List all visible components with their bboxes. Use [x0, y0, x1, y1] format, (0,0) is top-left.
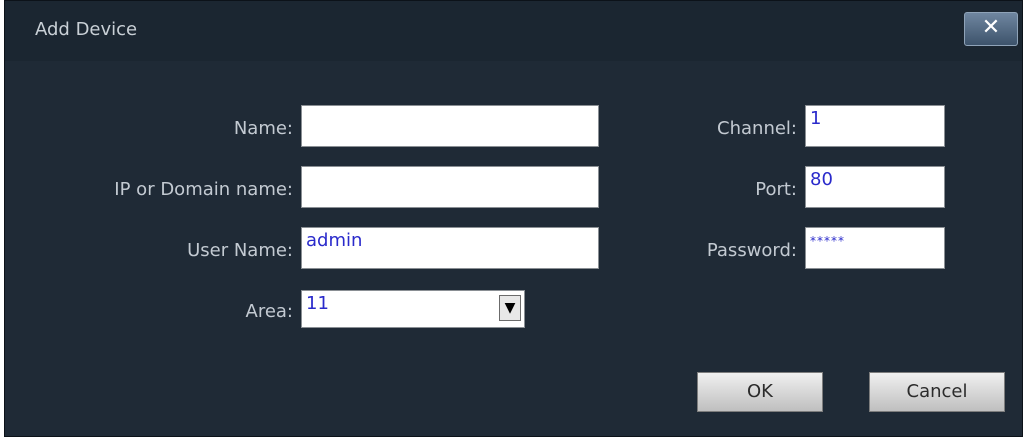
dropdown-arrow-button[interactable]: ▼: [499, 295, 521, 321]
dialog-titlebar: Add Device ✕: [5, 1, 1022, 61]
password-label: Password:: [706, 240, 797, 261]
area-selected-value: 11: [306, 293, 329, 314]
name-label: Name:: [233, 118, 293, 139]
chevron-down-icon: ▼: [504, 300, 516, 316]
port-label: Port:: [755, 179, 797, 200]
ip-domain-input[interactable]: [301, 166, 599, 208]
dialog-title: Add Device: [35, 19, 138, 40]
port-input[interactable]: 80: [805, 166, 945, 208]
ok-button[interactable]: OK: [697, 372, 823, 412]
username-input[interactable]: admin: [301, 227, 599, 269]
password-input[interactable]: *****: [805, 227, 945, 269]
channel-label: Channel:: [717, 118, 797, 139]
close-button[interactable]: ✕: [964, 12, 1018, 46]
ip-domain-label: IP or Domain name:: [114, 179, 293, 200]
area-label: Area:: [245, 301, 294, 322]
add-device-dialog: Add Device ✕ Name: IP or Domain name: Us…: [4, 0, 1023, 437]
name-input[interactable]: [301, 105, 599, 147]
username-label: User Name:: [187, 240, 293, 261]
cancel-button[interactable]: Cancel: [869, 372, 1005, 412]
channel-input[interactable]: 1: [805, 105, 945, 147]
area-select[interactable]: 11 ▼: [301, 290, 525, 328]
close-icon: ✕: [981, 15, 1001, 40]
